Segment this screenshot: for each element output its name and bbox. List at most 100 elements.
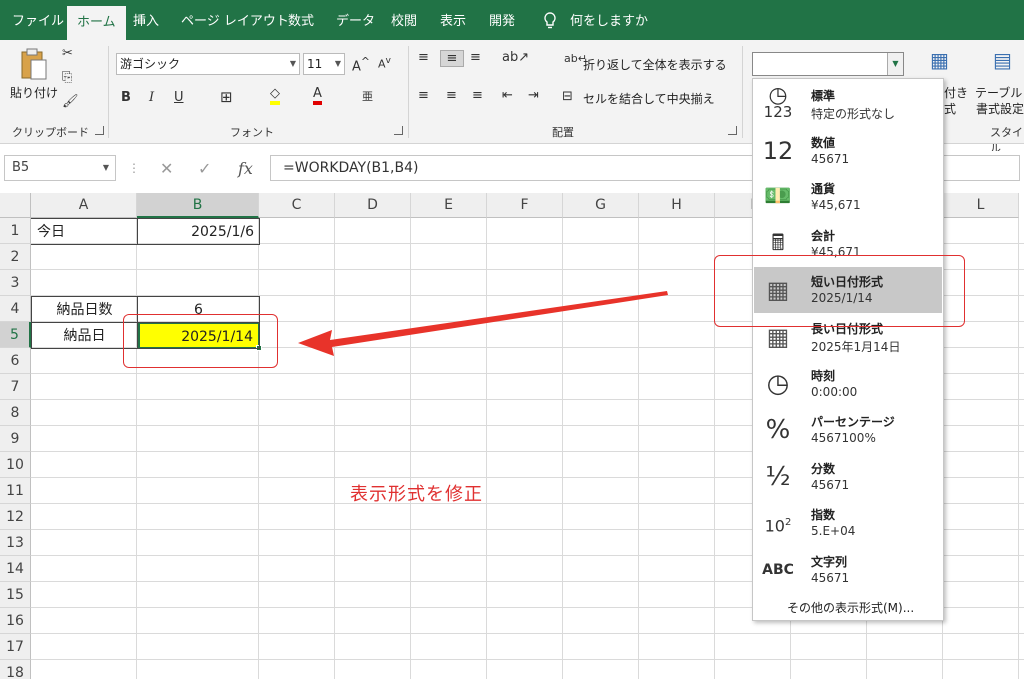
chevron-down-icon: ▼	[289, 59, 296, 68]
tell-me-search[interactable]: 何をしますか	[570, 0, 648, 40]
lightbulb-icon	[544, 12, 556, 29]
chevron-down-icon: ▼	[334, 59, 341, 68]
tab-formulas[interactable]: 数式	[288, 0, 314, 40]
annotation-text: 表示形式を修正	[350, 484, 483, 505]
currency-icon: 💵	[764, 184, 792, 210]
tab-developer[interactable]: 開発	[489, 0, 515, 40]
number-format-sample: 5.E+04	[811, 524, 856, 539]
decrease-indent-icon[interactable]: ⇤	[502, 88, 513, 103]
group-separator	[742, 46, 743, 138]
format-as-table-icon[interactable]: ▤	[993, 48, 1012, 72]
orientation-icon[interactable]: ab↗	[502, 50, 529, 65]
number-format-item[interactable]: 12 数値 45671	[754, 128, 942, 174]
number-format-name: 数値	[811, 135, 836, 150]
font-size-value: 11	[307, 57, 323, 71]
tab-insert[interactable]: 挿入	[133, 0, 159, 40]
merge-center-icon: ⊟	[562, 89, 573, 104]
clock-icon: ◷	[766, 368, 790, 399]
number-format-name: パーセンテージ	[811, 415, 895, 430]
number-format-sample: 45671	[811, 571, 850, 585]
border-icon[interactable]: ⊞	[220, 88, 233, 106]
number-12-icon: 12	[762, 136, 794, 165]
font-color-icon[interactable]: A	[313, 86, 322, 105]
number-format-sample: 0:00:00	[811, 384, 858, 399]
number-format-name: 標準	[811, 89, 836, 103]
fill-color-icon[interactable]: ◇	[270, 86, 280, 105]
align-left-icon[interactable]: ≡	[418, 88, 429, 103]
bold-icon[interactable]: B	[121, 90, 131, 105]
more-number-formats-item[interactable]: その他の表示形式(M)...	[787, 599, 914, 616]
font-size-select[interactable]: 11 ▼	[303, 53, 345, 75]
underline-icon[interactable]: U	[174, 90, 184, 105]
font-name-value: 游ゴシック	[120, 57, 181, 71]
number-format-item[interactable]: ◷ 時刻 0:00:00	[754, 361, 942, 407]
number-format-name: 分数	[811, 461, 836, 476]
abc-icon: ABC	[762, 562, 794, 578]
copy-icon[interactable]: ⎘	[62, 70, 72, 85]
tab-file[interactable]: ファイル	[12, 0, 64, 40]
align-center-icon[interactable]: ≡	[446, 88, 457, 103]
tab-page-layout[interactable]: ページ レイアウト	[181, 0, 289, 40]
align-top-icon[interactable]: ≡	[418, 50, 429, 65]
font-shrink-icon[interactable]: Av	[378, 55, 391, 71]
align-bottom-icon[interactable]: ≡	[470, 50, 481, 65]
more-icon: ⋮	[128, 161, 140, 175]
number-format-name: 文字列	[811, 555, 848, 569]
paste-icon[interactable]	[20, 48, 48, 82]
tab-view[interactable]: 表示	[440, 0, 466, 40]
conditional-format-label: 付き	[944, 86, 969, 100]
group-separator	[108, 46, 109, 138]
chevron-down-icon[interactable]: ▼	[887, 53, 903, 75]
fraction-icon: ½	[765, 461, 791, 492]
font-grow-icon[interactable]: A^	[352, 55, 370, 74]
align-right-icon[interactable]: ≡	[472, 88, 483, 103]
name-box[interactable]: B5 ▼	[4, 155, 116, 181]
conditional-format-icon[interactable]: ▦	[930, 48, 949, 72]
cancel-icon[interactable]: ✕	[160, 159, 173, 178]
cut-icon[interactable]: ✂	[62, 46, 73, 61]
number-format-sample: 2025年1月14日	[811, 340, 901, 354]
group-separator	[408, 46, 409, 138]
insert-function-icon[interactable]: fx	[238, 159, 253, 178]
font-launcher-icon[interactable]	[394, 126, 403, 135]
number-format-name: 会計	[811, 228, 836, 243]
tab-data[interactable]: データ	[336, 0, 375, 40]
increase-indent-icon[interactable]: ⇥	[528, 88, 539, 103]
number-format-item[interactable]: % パーセンテージ 4567100%	[754, 407, 942, 453]
number-format-menu: ◷ 123 標準 特定の形式なし 12 数値 45671 💵 通貨 ¥45,671 🖩 会計 ¥45,…	[752, 78, 944, 621]
merge-center-button[interactable]: セルを結合して中央揃え	[583, 90, 715, 107]
tab-home[interactable]: ホーム	[67, 6, 126, 40]
number-format-sample: 45671	[811, 477, 850, 492]
clipboard-launcher-icon[interactable]	[95, 126, 104, 135]
number-format-sample: 4567100%	[811, 431, 876, 446]
highlight-box-menu-item	[714, 255, 965, 327]
number-format-item[interactable]: 💵 通貨 ¥45,671	[754, 174, 942, 220]
paste-button[interactable]: 貼り付け	[10, 84, 58, 101]
wrap-text-button[interactable]: 折り返して全体を表示する	[583, 56, 727, 73]
number-format-name: 時刻	[811, 368, 836, 383]
ribbon-tab-bar: ファイル ホーム 挿入 ページ レイアウト 数式 データ 校閲 表示 開発 何を…	[0, 0, 1024, 40]
align-middle-icon[interactable]: ≡	[440, 50, 464, 67]
number-format-sample: ¥45,671	[811, 198, 861, 213]
font-name-select[interactable]: 游ゴシック ▼	[116, 53, 300, 75]
number-format-item[interactable]: ◷ 123 標準特定の形式なし	[754, 81, 942, 127]
clock-123-icon: ◷ 123	[763, 83, 793, 121]
exponent-icon: 102	[764, 516, 792, 536]
number-format-item[interactable]: ½ 分数 45671	[754, 454, 942, 500]
number-format-item[interactable]: 102 指数 5.E+04	[754, 500, 942, 546]
tab-review[interactable]: 校閲	[391, 0, 417, 40]
format-as-table-label: テーブルとし	[975, 86, 1024, 100]
number-format-select[interactable]: ▼	[752, 52, 904, 76]
enter-icon[interactable]: ✓	[198, 159, 211, 178]
number-format-item[interactable]: ABC 文字列 45671	[754, 547, 942, 593]
italic-icon[interactable]: I	[149, 90, 154, 105]
number-format-sample: 45671	[811, 151, 850, 166]
group-label-alignment: 配置	[552, 126, 574, 139]
group-label-clipboard: クリップボード	[12, 126, 89, 139]
alignment-launcher-icon[interactable]	[728, 126, 737, 135]
group-label-font: フォント	[230, 126, 274, 139]
phonetic-icon[interactable]: 亜	[362, 88, 373, 104]
number-format-name: 通貨	[811, 182, 836, 197]
number-format-sample: 特定の形式なし	[811, 107, 896, 121]
format-painter-icon[interactable]: 🖌	[62, 94, 79, 109]
